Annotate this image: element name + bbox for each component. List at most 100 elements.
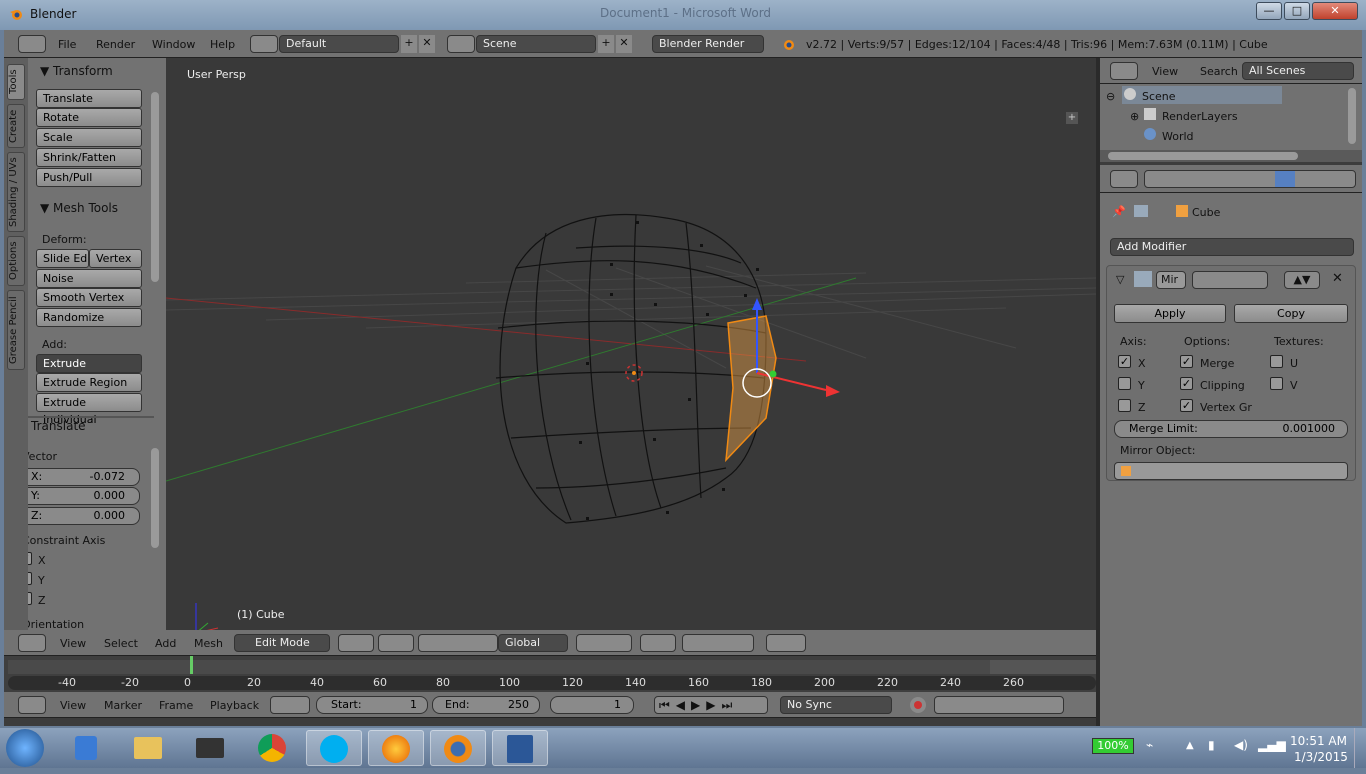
outliner-item-renderlayers[interactable]: RenderLayers [1162,110,1238,123]
tl-menu-playback[interactable]: Playback [210,699,259,712]
push-pull-button[interactable]: Push/Pull [36,168,142,187]
slide-edge-button[interactable]: Slide Ed [36,249,89,268]
menu-render[interactable]: Render [96,38,135,51]
editor-type-info-icon[interactable] [18,35,46,53]
editor-type-properties-icon[interactable] [1110,170,1138,188]
editor-type-3d-icon[interactable] [18,634,46,652]
slide-vertex-button[interactable]: Vertex [89,249,142,268]
mirror-axis-z-checkbox[interactable] [1118,399,1131,412]
tool-shelf-scrollbar[interactable] [151,92,159,282]
modifier-move-icons[interactable]: ▲▼ [1284,271,1320,289]
outliner-hscroll[interactable] [1100,150,1362,162]
collapse-icon[interactable]: ⊖ [1106,90,1115,103]
y-gizmo-handle[interactable] [769,370,777,378]
add-scene-icon[interactable]: + [598,35,614,53]
vector-z-field[interactable]: Z: 0.000 [16,507,140,525]
start-button[interactable] [6,729,44,767]
noise-button[interactable]: Noise [36,269,142,288]
network-status-icon[interactable]: ⌁ [1146,738,1153,752]
tl-menu-frame[interactable]: Frame [159,699,193,712]
render-engine-dropdown[interactable]: Blender Render [652,35,764,53]
file-explorer-icon[interactable] [120,730,176,766]
add-modifier-dropdown[interactable]: Add Modifier [1110,238,1354,256]
pin-icon[interactable]: 📌 [1112,205,1126,218]
3d-viewport[interactable]: User Persp + (1) Cube [166,58,1096,630]
close-button[interactable]: ✕ [1312,2,1358,20]
record-icon[interactable] [910,697,926,713]
outliner-scrollbar[interactable] [1348,88,1356,144]
vp-menu-select[interactable]: Select [104,637,138,650]
timeline[interactable]: -40 -20 0 20 40 60 80 100 120 140 160 180 200 220 240 2… [4,656,1096,692]
editor-type-timeline-icon[interactable] [18,696,46,714]
translate-button[interactable]: Translate [36,89,142,108]
vp-menu-mesh[interactable]: Mesh [194,637,223,650]
modifier-visibility-icons[interactable] [1192,271,1268,289]
modifier-tab-icon[interactable] [1275,171,1295,187]
show-desktop-button[interactable] [1354,728,1366,768]
outliner-filter-dropdown[interactable]: All Scenes [1242,62,1354,80]
snap-icons[interactable] [682,634,754,652]
scene-field[interactable]: Scene [476,35,596,53]
manipulator-icons[interactable] [418,634,498,652]
outliner-menu-search[interactable]: Search [1200,65,1238,78]
properties-context-tabs[interactable] [1144,170,1356,188]
vp-menu-view[interactable]: View [60,637,86,650]
modifier-name-field[interactable]: Mir [1156,271,1186,289]
apply-button[interactable]: Apply [1114,304,1226,323]
tab-tools[interactable]: Tools [7,64,25,100]
end-frame-field[interactable]: End: 250 [432,696,540,714]
clock-date[interactable]: 1/3/2015 [1294,750,1348,764]
start-frame-field[interactable]: Start: 1 [316,696,428,714]
mesh-tools-panel-header[interactable]: ▼ Mesh Tools [40,201,118,215]
clipping-checkbox[interactable]: ✓ [1180,377,1193,390]
add-layout-icon[interactable]: + [401,35,417,53]
texture-u-checkbox[interactable] [1270,355,1283,368]
media-player-icon[interactable] [58,730,114,766]
menu-window[interactable]: Window [152,38,195,51]
timeline-scrollbar[interactable] [8,676,1096,690]
current-frame-field[interactable]: 1 [550,696,634,714]
orientation-dropdown[interactable]: Global [498,634,568,652]
playback-controls[interactable]: ⏮◀▶▶⏭ [654,696,768,714]
pivot-dropdown-icon[interactable] [378,634,414,652]
remove-layout-icon[interactable]: ✕ [419,35,435,53]
firefox-icon[interactable] [368,730,424,766]
texture-v-checkbox[interactable] [1270,377,1283,390]
copy-button[interactable]: Copy [1234,304,1348,323]
modifier-collapse-icon[interactable]: ▽ [1116,273,1124,286]
shading-dropdown-icon[interactable] [338,634,374,652]
chrome-icon[interactable] [244,730,300,766]
merge-limit-field[interactable]: Merge Limit: 0.001000 [1114,420,1348,438]
scene-icon[interactable] [447,35,475,53]
show-hidden-icons-icon[interactable]: ▲ [1186,740,1194,751]
maximize-button[interactable]: □ [1284,2,1310,20]
keying-icons[interactable] [270,696,310,714]
proportional-edit-icon[interactable] [640,634,676,652]
smooth-vertex-button[interactable]: Smooth Vertex [36,288,142,307]
tl-menu-marker[interactable]: Marker [104,699,142,712]
rotate-button[interactable]: Rotate [36,108,142,127]
operator-scrollbar[interactable] [151,448,159,548]
battery-indicator[interactable]: 100% [1092,738,1134,754]
shrink-fatten-button[interactable]: Shrink/Fatten [36,148,142,167]
remove-modifier-icon[interactable]: ✕ [1332,271,1343,286]
outliner-item-scene[interactable]: Scene [1142,90,1176,103]
vector-x-field[interactable]: X: -0.072 [16,468,140,486]
randomize-button[interactable]: Randomize [36,308,142,327]
current-frame-cursor[interactable] [190,656,193,674]
transform-panel-header[interactable]: ▼ Transform [40,64,113,78]
sync-dropdown[interactable]: No Sync [780,696,892,714]
render-icons[interactable] [766,634,806,652]
screen-layout-icon[interactable] [250,35,278,53]
editor-type-outliner-icon[interactable] [1110,62,1138,80]
expand-icon[interactable]: ⊕ [1130,110,1139,123]
outliner-item-world[interactable]: World [1162,130,1194,143]
translate-op-header[interactable]: ▼ Translate [18,419,86,433]
menu-help[interactable]: Help [210,38,235,51]
outliner-menu-view[interactable]: View [1152,65,1178,78]
tab-create[interactable]: Create [7,104,25,148]
extrude-region-button[interactable]: Extrude Region [36,373,142,392]
remove-scene-icon[interactable]: ✕ [616,35,632,53]
tl-menu-view[interactable]: View [60,699,86,712]
blender-icon[interactable] [430,730,486,766]
